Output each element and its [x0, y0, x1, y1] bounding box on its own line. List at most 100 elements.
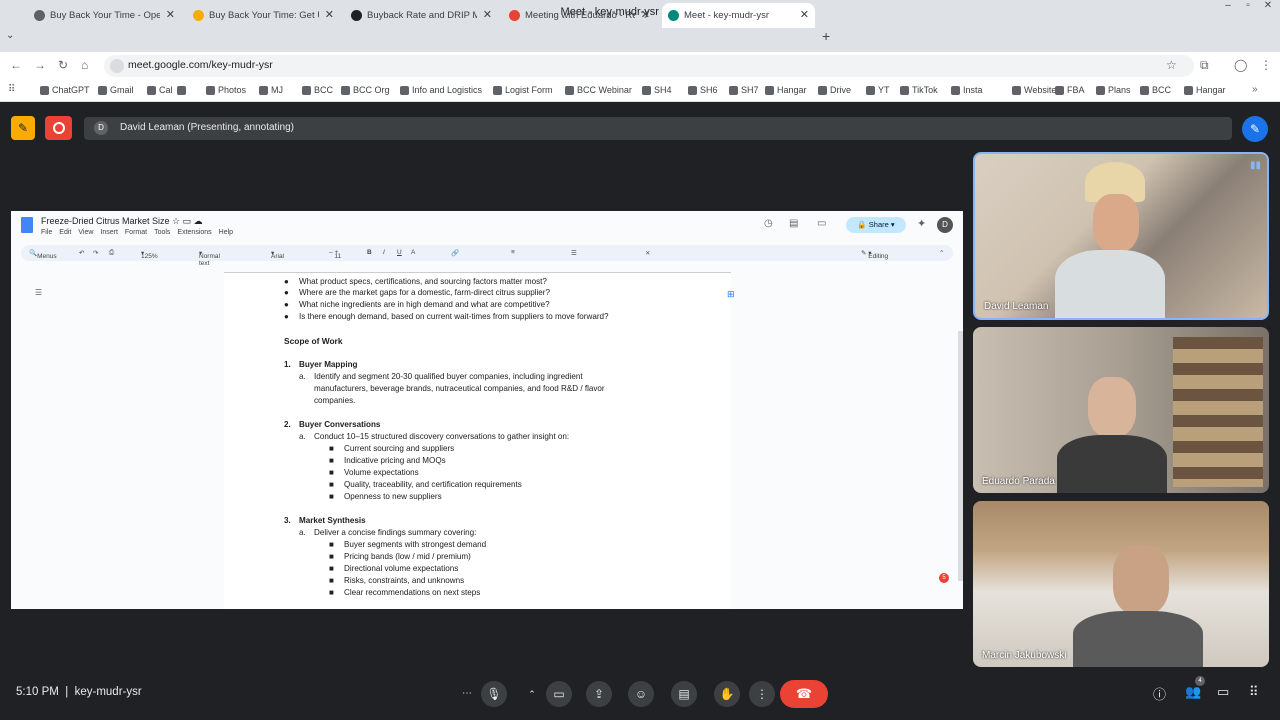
people-icon[interactable]: 👥: [1185, 684, 1201, 700]
bookmark-item[interactable]: Insta: [951, 85, 983, 95]
apps-icon[interactable]: ⠿: [8, 84, 15, 95]
bookmark-item[interactable]: Info and Logistics: [400, 85, 482, 95]
add-comment-icon[interactable]: ⊞: [727, 289, 735, 300]
search-menus-icon[interactable]: 🔍 Menus: [29, 249, 57, 260]
more-options-icon[interactable]: ⋮: [749, 681, 775, 707]
bookmark-item[interactable]: BCC Webinar: [565, 85, 632, 95]
zoom-select[interactable]: 125% ▾: [141, 249, 158, 260]
collapse-toolbar-icon[interactable]: ⌃: [939, 249, 944, 257]
share-button[interactable]: 🔒 Share ▾: [846, 217, 906, 233]
profile-icon[interactable]: ◯: [1234, 58, 1247, 72]
microphone-button[interactable]: 🎙: [481, 681, 507, 707]
browser-tab[interactable]: Buyback Rate and DRIP Mat ✕: [345, 3, 498, 28]
browser-tab[interactable]: Buy Back Your Time - Open S ✕: [28, 3, 181, 28]
close-tab-icon[interactable]: ✕: [641, 3, 650, 28]
bookmark-item[interactable]: SH6: [688, 85, 718, 95]
bold-button[interactable]: B: [367, 249, 372, 256]
font-select[interactable]: Arial ▾: [271, 249, 284, 260]
meet-present-icon[interactable]: ▭: [817, 218, 826, 229]
clear-format-icon[interactable]: ⨯: [645, 249, 650, 257]
menu-icon[interactable]: ⋮: [1260, 58, 1272, 72]
doc-menu-item[interactable]: Tools: [154, 229, 170, 236]
print-icon[interactable]: ⎙: [109, 249, 114, 257]
undo-icon[interactable]: ↶: [79, 249, 84, 257]
bookmark-item[interactable]: Gmail: [98, 85, 134, 95]
bookmark-item[interactable]: Plans: [1096, 85, 1131, 95]
bookmark-item[interactable]: Cal: [147, 85, 173, 95]
bookmark-item[interactable]: FBA: [1055, 85, 1085, 95]
reload-icon[interactable]: ↻: [58, 58, 68, 72]
bookmark-item[interactable]: TikTok: [900, 85, 938, 95]
emoji-reaction-button[interactable]: ☺: [628, 681, 654, 707]
tab-search-icon[interactable]: ⌄: [6, 30, 14, 41]
close-tab-icon[interactable]: ✕: [325, 3, 334, 28]
address-bar[interactable]: meet.google.com/key-mudr-ysr: [104, 55, 1194, 77]
style-select[interactable]: Normal text ▾: [199, 249, 220, 267]
align-icon[interactable]: ≡: [511, 249, 515, 256]
doc-menu-item[interactable]: Insert: [100, 229, 118, 236]
bookmark-item[interactable]: BCC: [302, 85, 333, 95]
doc-menu-item[interactable]: Extensions: [177, 229, 211, 236]
leave-call-button[interactable]: ☎: [780, 680, 828, 708]
link-icon[interactable]: 🔗: [451, 249, 459, 257]
close-tab-icon[interactable]: ✕: [166, 3, 175, 28]
camera-button[interactable]: ▭: [546, 681, 572, 707]
underline-button[interactable]: U: [397, 249, 402, 256]
user-avatar[interactable]: D: [937, 217, 953, 233]
participant-tile[interactable]: Marcin Jakubowski: [973, 501, 1269, 667]
bookmark-item[interactable]: Photos: [206, 85, 246, 95]
annotation-logo-icon[interactable]: ✎: [11, 116, 35, 140]
bookmark-item[interactable]: Website: [1012, 85, 1056, 95]
chat-icon[interactable]: ▭: [1217, 684, 1229, 700]
video-options-chevron-icon[interactable]: ⌃: [519, 681, 545, 707]
captions-button[interactable]: ▤: [671, 681, 697, 707]
raise-hand-button[interactable]: ✋: [714, 681, 740, 707]
meeting-details-icon[interactable]: ⓘ: [1153, 684, 1166, 703]
bookmark-item[interactable]: MJ: [259, 85, 283, 95]
bookmark-item[interactable]: ChatGPT: [40, 85, 90, 95]
bookmark-item[interactable]: Hangar: [1184, 85, 1226, 95]
bookmark-item[interactable]: SH7: [729, 85, 759, 95]
minimize-icon[interactable]: –: [1218, 0, 1238, 24]
doc-menu-item[interactable]: Edit: [59, 229, 71, 236]
bookmark-item[interactable]: Hangar: [765, 85, 807, 95]
back-icon[interactable]: ←: [10, 58, 22, 72]
extensions-icon[interactable]: ⧉: [1200, 58, 1209, 73]
doc-menu-item[interactable]: View: [78, 229, 93, 236]
browser-tab[interactable]: Meeting with Eduardo - Revi ✕: [503, 3, 656, 28]
doc-title[interactable]: Freeze-Dried Citrus Market Size ☆ ▭ ☁: [41, 216, 203, 227]
bookmark-item[interactable]: BCC Org: [341, 85, 390, 95]
bookmark-item[interactable]: Logist Form: [493, 85, 553, 95]
bookmark-star-icon[interactable]: ☆: [1166, 58, 1177, 72]
maximize-icon[interactable]: ▫: [1238, 0, 1258, 24]
history-icon[interactable]: ◷: [764, 218, 773, 229]
text-color-button[interactable]: A: [411, 249, 415, 256]
notification-badge[interactable]: 5: [939, 573, 949, 583]
doc-menu-item[interactable]: Format: [125, 229, 147, 236]
new-tab-icon[interactable]: +: [822, 28, 830, 44]
annotate-pen-icon[interactable]: ✎: [1242, 116, 1268, 142]
activities-icon[interactable]: ⠿: [1249, 684, 1259, 700]
gemini-icon[interactable]: ✦: [917, 217, 926, 230]
bookmark-item[interactable]: YT: [866, 85, 890, 95]
more-audio-options-icon[interactable]: ⋯: [454, 681, 480, 707]
site-info-icon[interactable]: [110, 59, 124, 73]
bookmark-item[interactable]: Drive: [818, 85, 851, 95]
close-tab-icon[interactable]: ✕: [483, 3, 492, 28]
italic-button[interactable]: I: [383, 249, 385, 256]
close-window-icon[interactable]: ✕: [1258, 0, 1278, 24]
font-size-field[interactable]: – 11 +: [329, 249, 341, 260]
bookmark-item[interactable]: SH4: [642, 85, 672, 95]
redo-icon[interactable]: ↷: [93, 249, 98, 257]
forward-icon[interactable]: →: [34, 58, 46, 72]
browser-tab[interactable]: Buy Back Your Time: Get Un ✕: [187, 3, 340, 28]
editing-mode-select[interactable]: ✎ Editing ▾: [861, 249, 888, 260]
home-icon[interactable]: ⌂: [81, 58, 88, 72]
doc-menu-item[interactable]: Help: [219, 229, 233, 236]
list-icon[interactable]: ☰: [571, 249, 577, 257]
doc-menu-item[interactable]: File: [41, 229, 52, 236]
doc-scrollbar[interactable]: [958, 331, 963, 581]
more-bookmarks-icon[interactable]: »: [1252, 84, 1258, 95]
participant-tile[interactable]: Eduardo Parada: [973, 327, 1269, 493]
present-screen-button[interactable]: ⇪: [586, 681, 612, 707]
